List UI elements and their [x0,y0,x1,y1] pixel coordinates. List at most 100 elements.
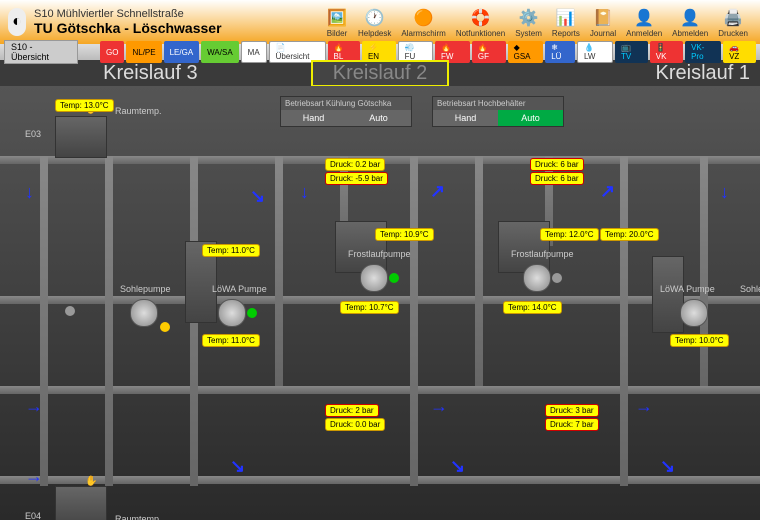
mode-selector: Betriebsart Kühlung Götschka Hand Auto [280,96,412,127]
flow-arrow: ↘ [250,186,265,207]
mode-selector: Betriebsart Hochbehälter Hand Auto [432,96,564,127]
helpdesk-icon: 🕐 [364,7,386,29]
tag-temp: Temp: 13.0°C [55,99,114,112]
toolbar: 🖼️Bilder🕐Helpdesk🟠Alarmschirm🛟Notfunktio… [322,6,752,39]
flow-arrow: ↗ [600,181,615,202]
tag-temp: Temp: 14.0°C [503,301,562,314]
label-pump: Frostlaufpumpe [348,249,411,259]
mode-auto-button[interactable]: Auto [498,110,563,126]
navbar: S10 - Übersicht GONL/PELE/GAWA/SAMA📄 Übe… [0,44,760,60]
tag-druck-err: Druck: 2 bar [330,406,374,415]
journal-icon: 📔 [592,7,614,29]
system-icon: ⚙️ [518,7,540,29]
app-logo: ◐ [8,8,26,36]
flow-arrow: ↘ [230,456,245,477]
journal-button[interactable]: 📔Journal [586,6,620,39]
tag-druck-err: Druck: 6 bar [535,174,579,183]
tab-kreislauf3[interactable]: Kreislauf 3 [10,62,291,85]
flow-arrow: → [635,396,653,417]
alarmschirm-button[interactable]: 🟠Alarmschirm [397,6,449,39]
label-e03: E03 [25,129,41,139]
tag-temp: Temp: 10.9°C [375,228,434,241]
tag-druck: Druck: 0.0 bar [325,418,385,431]
nav-chip[interactable]: ◆ GSA [508,41,544,63]
back-button[interactable]: S10 - Übersicht [4,40,78,64]
drucken-button[interactable]: 🖨️Drucken [714,6,752,39]
pipe [0,386,760,394]
notfunktionen-icon: 🛟 [470,7,492,29]
flow-arrow: ↓ [720,182,729,203]
flow-arrow: ↓ [300,182,309,203]
tag-druck-err: Druck: 3 bar [550,406,594,415]
status-dot [552,273,562,283]
pipe [475,156,483,386]
nav-chip[interactable]: VK-Pro [685,41,721,63]
flow-arrow: ↘ [660,456,675,477]
nav-chip[interactable]: GO [100,41,124,63]
pump-lowa-2[interactable] [680,299,708,327]
flow-arrow: → [25,396,43,417]
hand-icon: ✋ [85,476,97,487]
pump-frost-1[interactable] [360,264,388,292]
mode-hand-button[interactable]: Hand [433,110,498,126]
tag-temp: Temp: 10.0°C [670,334,729,347]
label-pump: Sohle [740,284,760,294]
anmelden-icon: 👤 [633,7,655,29]
flow-arrow: → [430,396,448,417]
nav-chip[interactable]: ❄ LÜ [545,41,575,63]
notfunktionen-button[interactable]: 🛟Notfunktionen [452,6,509,39]
mode-title: Betriebsart Kühlung Götschka [281,97,411,110]
tag-temp: Temp: 12.0°C [540,228,599,241]
status-dot [389,273,399,283]
header: ◐ S10 Mühlviertler Schnellstraße TU Göts… [0,0,760,44]
nav-chip[interactable]: 🚦 VK [650,41,683,63]
label-pump: Sohlepumpe [120,284,171,294]
status-dot [65,306,75,316]
pump-frost-2[interactable] [523,264,551,292]
abmelden-icon: 👤 [679,7,701,29]
nav-chip[interactable]: 🔥 GF [472,41,506,63]
circuit-tabs: Kreislauf 3 Kreislauf 2 Kreislauf 1 [0,60,760,86]
label-pump: Frostlaufpumpe [511,249,574,259]
mode-hand-button[interactable]: Hand [281,110,346,126]
label-pump: LöWA Pumpe [660,284,715,294]
tag-druck-err: Druck: 7 bar [550,420,594,429]
nav-chip[interactable]: 💧 LW [577,41,613,63]
tag-druck-err: Druck: 6 bar [535,160,579,169]
flow-arrow: ↓ [25,182,34,203]
tag-temp: Temp: 11.0°C [202,334,260,347]
nav-chip[interactable]: LE/GA [164,41,200,63]
pump-sohle[interactable] [130,299,158,327]
system-button[interactable]: ⚙️System [511,6,546,39]
abmelden-button[interactable]: 👤Abmelden [668,6,712,39]
piping-canvas: Betriebsart Kühlung Götschka Hand AutoBe… [0,86,760,520]
reports-button[interactable]: 📊Reports [548,6,584,39]
pipe [40,156,48,486]
pump-lowa-1[interactable] [218,299,246,327]
label-e04: E04 [25,511,41,520]
tag-druck-err: Druck: -5.9 bar [330,174,383,183]
mode-title: Betriebsart Hochbehälter [433,97,563,110]
pipe [700,156,708,386]
nav-chip[interactable]: 📺 TV [615,41,648,63]
tab-kreislauf1[interactable]: Kreislauf 1 [469,62,750,85]
nav-chip[interactable]: 🚗 VZ [723,41,756,63]
fan-E03 [55,116,107,158]
flow-arrow: → [25,466,43,487]
label-pump: LöWA Pumpe [212,284,267,294]
nav-chip[interactable]: WA/SA [201,41,238,63]
tab-kreislauf2[interactable]: Kreislauf 2 [311,60,450,87]
nav-chip[interactable]: MA [241,41,267,63]
bilder-button[interactable]: 🖼️Bilder [322,6,352,39]
heatexchanger [652,256,684,333]
title-line2: TU Götschka - Löschwasser [34,20,314,36]
helpdesk-button[interactable]: 🕐Helpdesk [354,6,395,39]
tag-druck: Druck: 0.2 bar [325,158,385,171]
nav-chip[interactable]: NL/PE [126,41,161,63]
mode-auto-button[interactable]: Auto [346,110,411,126]
fan-E04 [55,486,107,520]
label-raumtemp: Raumtemp. [115,514,162,520]
anmelden-button[interactable]: 👤Anmelden [622,6,666,39]
pipe [620,156,628,486]
flow-arrow: ↘ [450,456,465,477]
